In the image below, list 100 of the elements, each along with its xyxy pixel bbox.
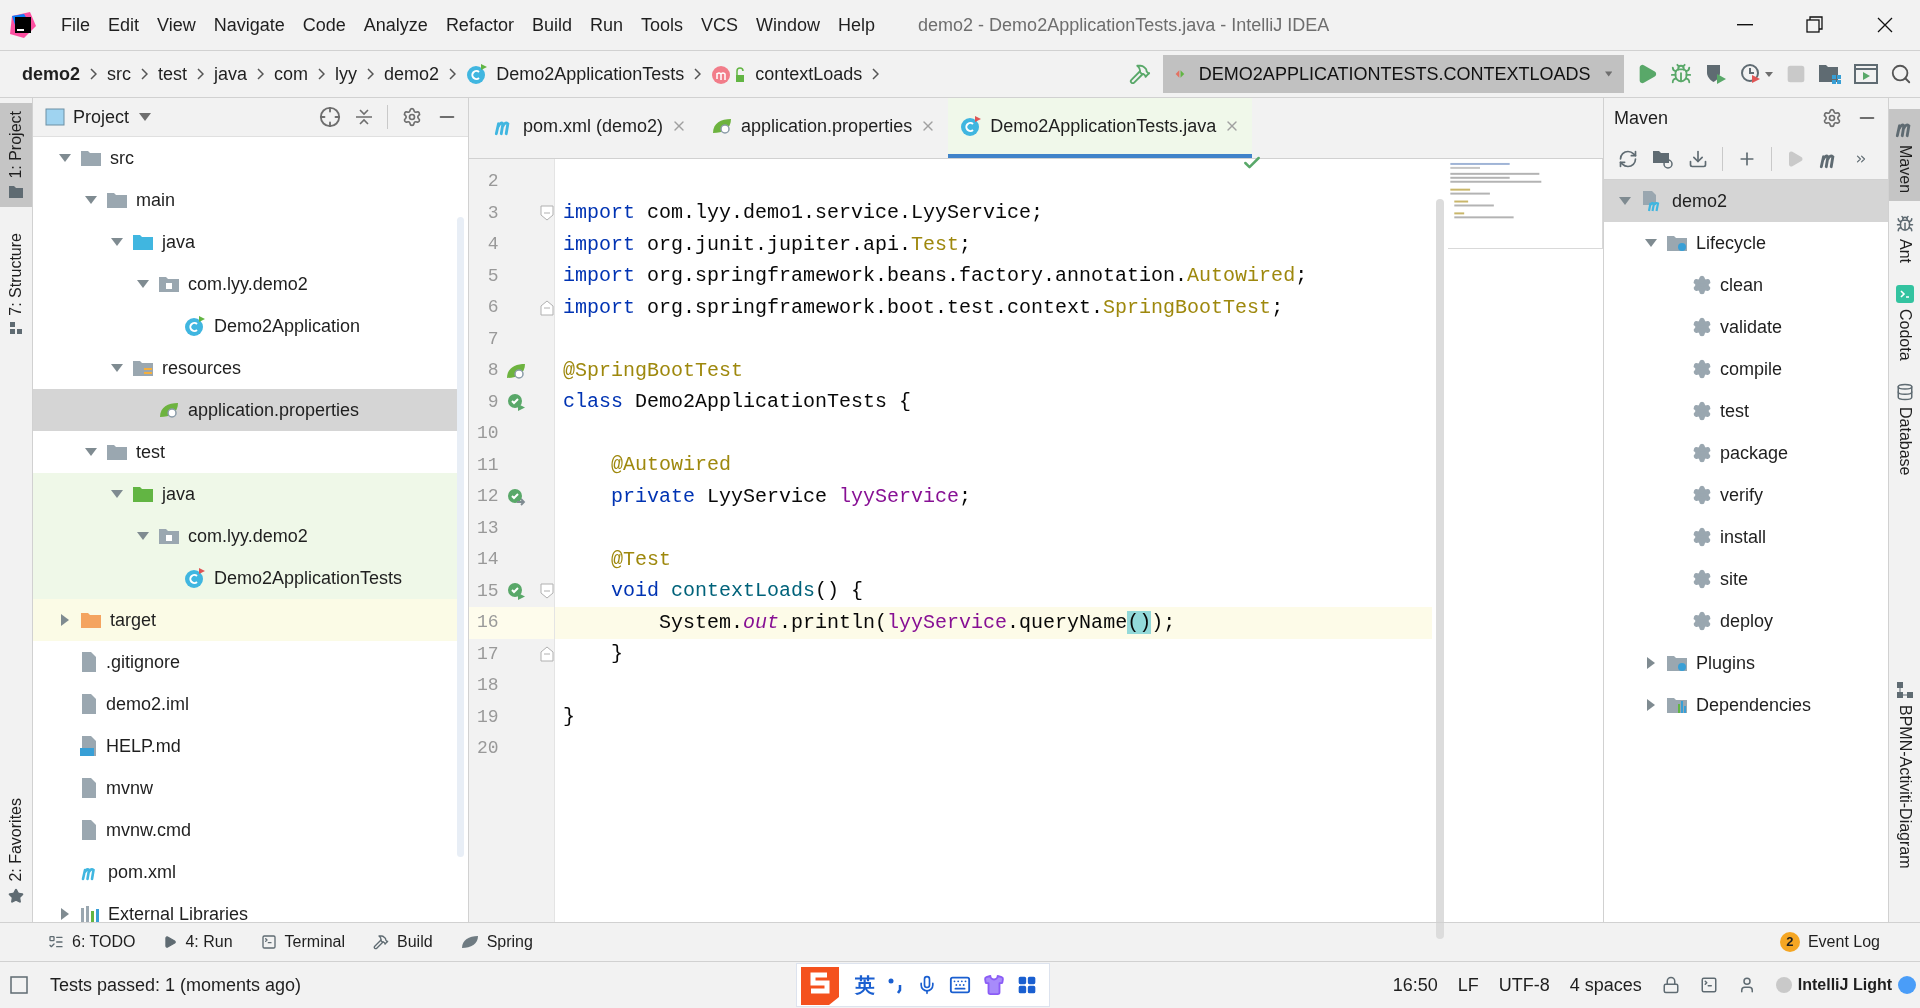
tool-window-tab[interactable]: 7: Structure xyxy=(0,224,32,344)
breadcrumb-item[interactable]: src xyxy=(107,60,132,88)
refresh-icon[interactable] xyxy=(1618,148,1638,169)
tree-item[interactable]: main xyxy=(33,179,457,221)
folder-refresh-icon[interactable] xyxy=(1652,148,1674,169)
menu-item[interactable]: Window xyxy=(747,11,830,39)
tool-window-button[interactable]: 4: Run xyxy=(163,930,233,954)
tree-item[interactable]: site xyxy=(1604,558,1888,600)
breadcrumb-item[interactable]: Demo2ApplicationTests xyxy=(496,60,685,88)
run-configuration-dropdown[interactable]: DEMO2APPLICATIONTESTS.CONTEXTLOADS xyxy=(1163,55,1624,93)
tree-item[interactable]: install xyxy=(1604,516,1888,558)
scrollbar[interactable] xyxy=(1436,199,1444,939)
profiler-icon[interactable] xyxy=(1740,62,1774,86)
breadcrumb-item[interactable]: demo2 xyxy=(22,60,81,88)
search-icon[interactable] xyxy=(1890,63,1912,85)
tree-item[interactable]: Lifecycle xyxy=(1604,222,1888,264)
tree-item[interactable]: test xyxy=(33,431,457,473)
menu-item[interactable]: Refactor xyxy=(436,11,523,39)
menu-item[interactable]: File xyxy=(52,11,99,39)
tree-item[interactable]: HELP.md xyxy=(33,725,457,767)
editor-tab[interactable]: Demo2ApplicationTests.java xyxy=(948,98,1253,158)
tool-window-tab[interactable]: 2: Favorites xyxy=(0,790,32,912)
tree-item[interactable]: com.lyy.demo2 xyxy=(33,263,457,305)
tree-item[interactable]: verify xyxy=(1604,474,1888,516)
tool-window-button[interactable]: Terminal xyxy=(260,930,346,954)
tree-item[interactable]: Demo2Application xyxy=(33,305,457,347)
breadcrumb-item[interactable]: com xyxy=(274,60,309,88)
settings-icon[interactable] xyxy=(402,107,422,127)
tree-item[interactable]: demo2.iml xyxy=(33,683,457,725)
tool-window-tab[interactable]: Maven xyxy=(1889,109,1920,202)
scrollbar[interactable] xyxy=(457,217,464,857)
status-item[interactable]: LF xyxy=(1457,971,1479,999)
menu-item[interactable]: Run xyxy=(580,11,632,39)
menu-item[interactable]: View xyxy=(148,11,205,39)
tree-item[interactable]: Plugins xyxy=(1604,642,1888,684)
tool-window-button[interactable]: Spring xyxy=(460,930,533,954)
tree-item[interactable]: pom.xml xyxy=(33,851,457,893)
run-test-icon[interactable] xyxy=(506,392,527,413)
tree-item[interactable]: com.lyy.demo2 xyxy=(33,515,457,557)
tree-item[interactable]: application.properties xyxy=(33,389,457,431)
breadcrumb-item[interactable]: test xyxy=(158,60,188,88)
tree-item[interactable]: Demo2ApplicationTests xyxy=(33,557,457,599)
settings-icon[interactable] xyxy=(1822,108,1842,128)
breadcrumb-item[interactable]: contextLoads xyxy=(755,60,863,88)
tool-window-button[interactable]: 6: TODO xyxy=(48,930,136,954)
menu-item[interactable]: Navigate xyxy=(204,11,294,39)
editor-tab[interactable]: pom.xml (demo2) xyxy=(481,98,700,158)
menu-item[interactable]: Code xyxy=(293,11,355,39)
tool-window-tab[interactable]: Database xyxy=(1889,374,1920,484)
menu-item[interactable]: Build xyxy=(522,11,581,39)
tree-item[interactable]: deploy xyxy=(1604,600,1888,642)
breadcrumb-item[interactable]: demo2 xyxy=(384,60,440,88)
fold-icon[interactable] xyxy=(540,583,554,600)
download-icon[interactable] xyxy=(1688,148,1708,169)
tree-item[interactable]: validate xyxy=(1604,306,1888,348)
tool-window-button[interactable]: Build xyxy=(373,930,433,954)
breadcrumb-item[interactable]: lyy xyxy=(335,60,358,88)
run-anything-icon[interactable] xyxy=(1854,64,1878,84)
menu-item[interactable]: Help xyxy=(829,11,885,39)
tree-item[interactable]: java xyxy=(33,221,457,263)
breadcrumb-item[interactable]: java xyxy=(214,60,248,88)
status-item[interactable]: UTF-8 xyxy=(1498,971,1550,999)
tree-item[interactable]: mvnw.cmd xyxy=(33,809,457,851)
menu-item[interactable]: Tools xyxy=(631,11,692,39)
theme-name[interactable]: IntelliJ Light xyxy=(1797,973,1892,997)
fold-icon[interactable] xyxy=(540,646,554,663)
input-mode-toggle[interactable]: 英 xyxy=(855,970,876,1000)
tree-item[interactable]: resources xyxy=(33,347,457,389)
tree-item[interactable]: mvnw xyxy=(33,767,457,809)
terminal-icon[interactable] xyxy=(1699,976,1718,994)
tool-window-tab[interactable]: 1: Project xyxy=(0,103,32,207)
event-log-button[interactable]: 2 Event Log xyxy=(1779,930,1880,954)
tool-window-tab[interactable]: Codota xyxy=(1889,277,1920,369)
shirt-icon[interactable] xyxy=(983,974,1006,996)
lock-icon[interactable] xyxy=(1661,976,1680,994)
tree-item[interactable]: src xyxy=(33,137,457,179)
menu-item[interactable]: Analyze xyxy=(354,11,437,39)
tree-item[interactable]: java xyxy=(33,473,457,515)
tree-item[interactable]: Dependencies xyxy=(1604,684,1888,726)
view-dropdown[interactable]: Project xyxy=(73,103,152,131)
editor-tab[interactable]: application.properties xyxy=(699,98,949,158)
keyboard-icon[interactable] xyxy=(949,974,972,996)
debug-icon[interactable] xyxy=(1670,63,1692,85)
tree-item[interactable]: demo2 xyxy=(1604,180,1888,222)
fold-icon[interactable] xyxy=(540,299,554,316)
run-test-icon[interactable] xyxy=(506,581,527,602)
tree-item[interactable]: compile xyxy=(1604,348,1888,390)
tree-item[interactable]: External Libraries xyxy=(33,893,457,922)
hammer-icon[interactable] xyxy=(1129,63,1151,85)
tree-item[interactable]: test xyxy=(1604,390,1888,432)
menu-item[interactable]: VCS xyxy=(692,11,747,39)
tool-window-tab[interactable]: Ant xyxy=(1889,207,1920,272)
status-item[interactable]: 16:50 xyxy=(1392,971,1438,999)
tool-window-tab[interactable]: BPMN-Activiti-Diagram xyxy=(1889,673,1920,877)
coverage-icon[interactable] xyxy=(1704,62,1728,86)
menu-item[interactable]: Edit xyxy=(99,11,149,39)
status-item[interactable]: 4 spaces xyxy=(1569,971,1642,999)
locate-icon[interactable] xyxy=(319,106,341,128)
tree-item[interactable]: package xyxy=(1604,432,1888,474)
panel-toggle-icon[interactable] xyxy=(10,976,28,994)
